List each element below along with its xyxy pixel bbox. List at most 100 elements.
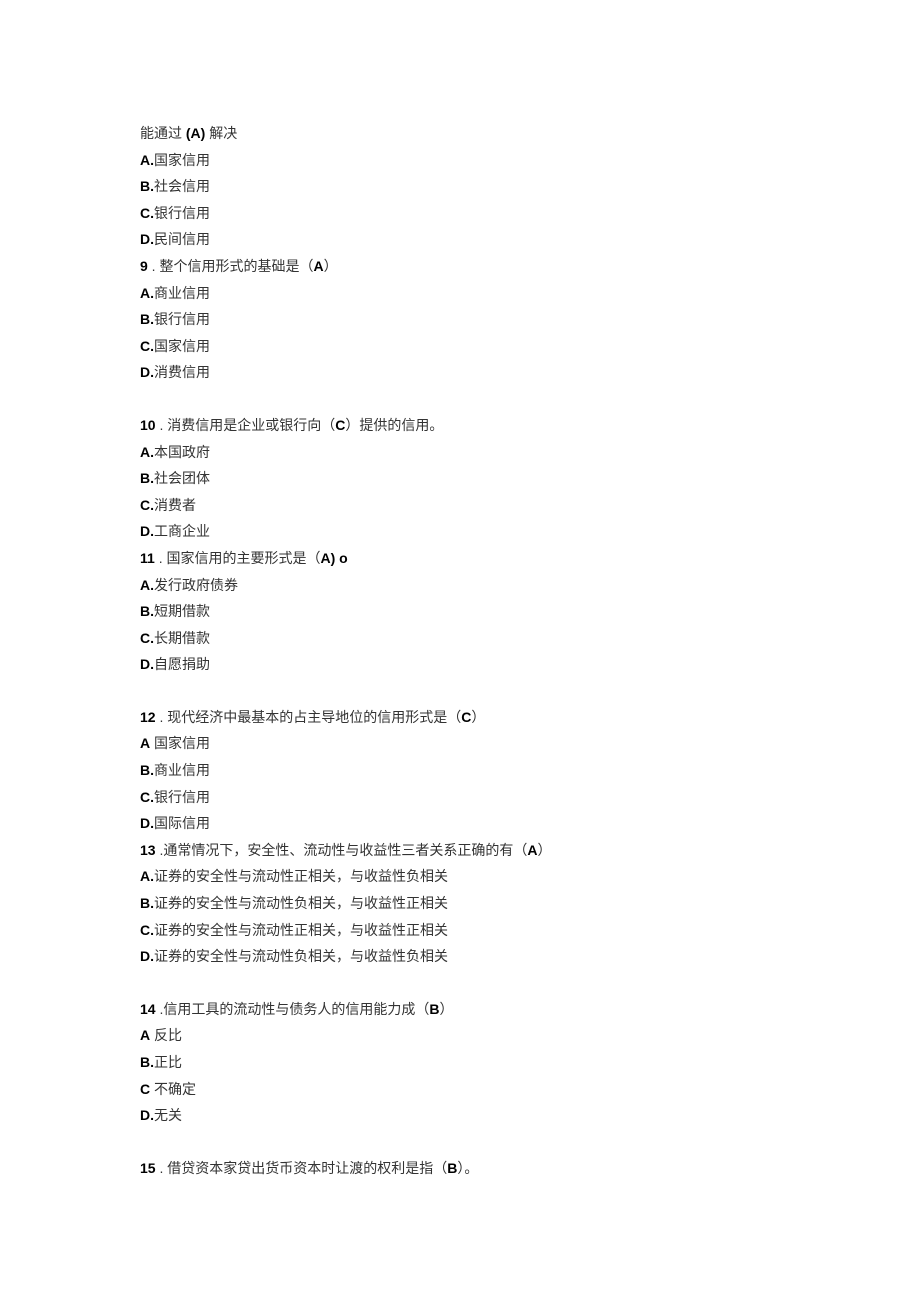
q12-option-a: A 国家信用	[140, 730, 780, 757]
option-label: D.	[140, 231, 154, 247]
option-text: 民间信用	[154, 231, 210, 247]
q11-stem-text: . 国家信用的主要形式是（	[155, 550, 321, 566]
option-label: A.	[140, 285, 154, 301]
q9-stem: 9 . 整个信用形式的基础是（A）	[140, 253, 780, 280]
option-label: C.	[140, 630, 154, 646]
q11-number: 11	[140, 550, 155, 566]
option-text: 本国政府	[154, 444, 210, 460]
q13-stem-post: ）	[537, 842, 551, 858]
q9-stem-post: ）	[324, 258, 338, 274]
option-text: 反比	[150, 1027, 182, 1043]
option-text: 发行政府债券	[154, 577, 238, 593]
option-label: D.	[140, 364, 154, 380]
option-label: B.	[140, 1054, 154, 1070]
q11-option-c: C.长期借款	[140, 625, 780, 652]
option-label: C.	[140, 338, 154, 354]
q8-stem-pre: 能通过	[140, 125, 186, 141]
q15-stem: 15 . 借贷资本家贷出货币资本时让渡的权利是指（B）。	[140, 1155, 780, 1182]
option-text: 证券的安全性与流动性负相关，与收益性正相关	[154, 895, 448, 911]
q9-option-c: C.国家信用	[140, 333, 780, 360]
q8-option-a: A.国家信用	[140, 147, 780, 174]
document-page: 能通过 (A) 解决 A.国家信用 B.社会信用 C.银行信用 D.民间信用 9…	[0, 0, 920, 1301]
q13-option-b: B.证券的安全性与流动性负相关，与收益性正相关	[140, 890, 780, 917]
option-text: 商业信用	[154, 762, 210, 778]
option-text: 证券的安全性与流动性负相关，与收益性负相关	[154, 948, 448, 964]
option-text: 消费者	[154, 497, 196, 513]
q9-option-b: B.银行信用	[140, 306, 780, 333]
q13-answer: A	[527, 842, 537, 858]
q10-stem-text: . 消费信用是企业或银行向（	[156, 417, 336, 433]
option-label: B.	[140, 311, 154, 327]
q15-number: 15	[140, 1160, 156, 1176]
q10-option-b: B.社会团体	[140, 465, 780, 492]
q10-stem: 10 . 消费信用是企业或银行向（C）提供的信用。	[140, 412, 780, 439]
q15-answer: B	[447, 1160, 457, 1176]
q8-option-d: D.民间信用	[140, 226, 780, 253]
q13-stem-text: .通常情况下，安全性、流动性与收益性三者关系正确的有（	[156, 842, 528, 858]
option-text: 正比	[154, 1054, 182, 1070]
option-label: C.	[140, 497, 154, 513]
q12-number: 12	[140, 709, 156, 725]
q11-stem: 11 . 国家信用的主要形式是（A) o	[140, 545, 780, 572]
option-label: D.	[140, 815, 154, 831]
option-label: D.	[140, 656, 154, 672]
q11-option-b: B.短期借款	[140, 598, 780, 625]
option-label: A	[140, 735, 150, 751]
option-label: A.	[140, 577, 154, 593]
option-label: D.	[140, 1107, 154, 1123]
q8-stem-cont: 能通过 (A) 解决	[140, 120, 780, 147]
q12-option-b: B.商业信用	[140, 757, 780, 784]
q10-option-c: C.消费者	[140, 492, 780, 519]
q8-option-b: B.社会信用	[140, 173, 780, 200]
q15-stem-post: ）。	[457, 1160, 478, 1176]
q10-number: 10	[140, 417, 156, 433]
q8-answer: (A)	[186, 125, 205, 141]
q14-stem-text: .信用工具的流动性与债务人的信用能力成（	[156, 1001, 430, 1017]
q12-stem-post: ）	[471, 709, 485, 725]
q14-option-a: A 反比	[140, 1022, 780, 1049]
option-text: 国际信用	[154, 815, 210, 831]
q12-answer: C	[461, 709, 471, 725]
option-text: 长期借款	[154, 630, 210, 646]
q10-option-a: A.本国政府	[140, 439, 780, 466]
q12-option-d: D.国际信用	[140, 810, 780, 837]
q14-stem: 14 .信用工具的流动性与债务人的信用能力成（B）	[140, 996, 780, 1023]
q9-answer: A	[313, 258, 323, 274]
option-text: 消费信用	[154, 364, 210, 380]
option-text: 工商企业	[154, 523, 210, 539]
option-text: 证券的安全性与流动性正相关，与收益性负相关	[154, 868, 448, 884]
option-label: B.	[140, 762, 154, 778]
option-label: C.	[140, 922, 154, 938]
q14-option-c: C 不确定	[140, 1076, 780, 1103]
q15-stem-text: . 借贷资本家贷出货币资本时让渡的权利是指（	[156, 1160, 448, 1176]
spacer	[140, 678, 780, 704]
q14-answer: B	[429, 1001, 439, 1017]
q14-option-d: D.无关	[140, 1102, 780, 1129]
option-text: 银行信用	[154, 205, 210, 221]
spacer	[140, 970, 780, 996]
q9-option-d: D.消费信用	[140, 359, 780, 386]
q14-stem-post: ）	[439, 1001, 453, 1017]
q8-stem-post: 解决	[205, 125, 237, 141]
option-label: C	[140, 1081, 150, 1097]
option-label: A.	[140, 444, 154, 460]
option-text: 不确定	[150, 1081, 196, 1097]
spacer	[140, 1129, 780, 1155]
option-label: B.	[140, 178, 154, 194]
option-label: B.	[140, 603, 154, 619]
q9-option-a: A.商业信用	[140, 280, 780, 307]
q10-stem-post: ）提供的信用。	[345, 417, 443, 433]
q11-stem-post: ) o	[331, 550, 348, 566]
q12-stem: 12 . 现代经济中最基本的占主导地位的信用形式是（C）	[140, 704, 780, 731]
q13-option-d: D.证券的安全性与流动性负相关，与收益性负相关	[140, 943, 780, 970]
option-label: B.	[140, 470, 154, 486]
option-text: 国家信用	[150, 735, 210, 751]
q13-stem: 13 .通常情况下，安全性、流动性与收益性三者关系正确的有（A）	[140, 837, 780, 864]
option-text: 自愿捐助	[154, 656, 210, 672]
q10-option-d: D.工商企业	[140, 518, 780, 545]
option-text: 社会信用	[154, 178, 210, 194]
option-text: 国家信用	[154, 338, 210, 354]
option-text: 银行信用	[154, 789, 210, 805]
option-label: D.	[140, 523, 154, 539]
q11-answer: A	[320, 550, 330, 566]
